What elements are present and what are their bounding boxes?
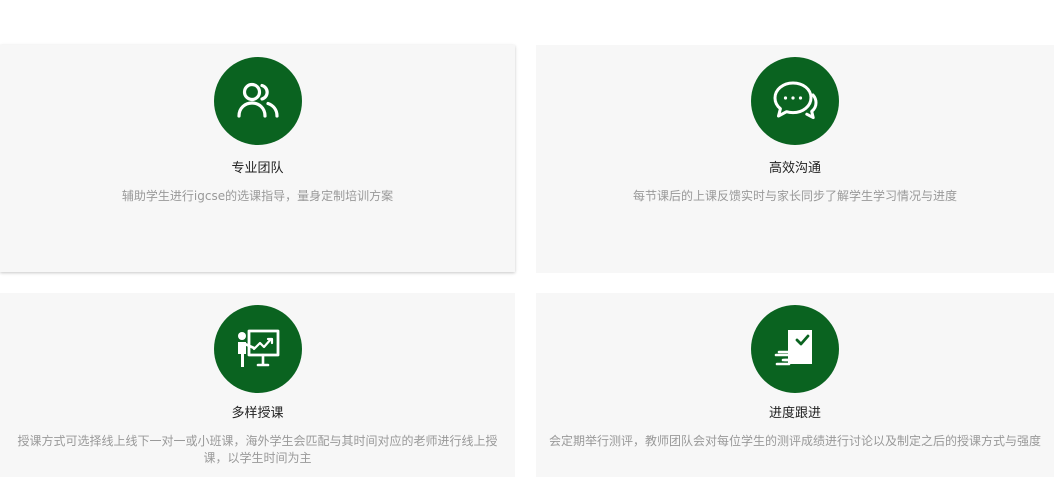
feature-description: 会定期举行测评，教师团队会对每位学生的测评成绩进行讨论以及制定之后的授课方式与强…: [548, 434, 1041, 448]
feature-icon-circle: [751, 57, 839, 145]
feature-icon-circle: [213, 57, 302, 145]
feature-card-communication[interactable]: 高效沟通 每节课后的上课反馈实时与家长同步了解学生学习情况与进度: [536, 45, 1054, 273]
feature-icon-circle: [751, 305, 839, 393]
progress-check-icon: [774, 330, 812, 366]
feature-card-team[interactable]: 专业团队 辅助学生进行igcse的选课指导，量身定制培训方案: [0, 45, 515, 272]
feature-description: 辅助学生进行igcse的选课指导，量身定制培训方案: [121, 189, 394, 203]
feature-card-progress[interactable]: 进度跟进 会定期举行测评，教师团队会对每位学生的测评成绩进行讨论以及制定之后的授…: [536, 293, 1054, 477]
feature-title: 专业团队: [231, 161, 284, 176]
feature-title: 多样授课: [231, 406, 284, 421]
feature-description: 每节课后的上课反馈实时与家长同步了解学生学习情况与进度: [632, 189, 957, 203]
features-section: 专业团队 辅助学生进行igcse的选课指导，量身定制培训方案 高效沟通 每节课后…: [0, 0, 1054, 477]
feature-card-teaching[interactable]: 多样授课 授课方式可选择线上线下一对一或小班课，海外学生会匹配与其时间对应的老师…: [0, 293, 515, 477]
feature-title: 高效沟通: [768, 161, 821, 176]
teacher-board-icon: [237, 329, 279, 367]
chat-icon: [773, 81, 818, 120]
feature-icon-circle: [213, 305, 302, 393]
feature-title: 进度跟进: [768, 406, 821, 421]
feature-description: 授课方式可选择线上线下一对一或小班课，海外学生会匹配与其时间对应的老师进行线上授…: [17, 434, 498, 465]
team-icon: [236, 82, 279, 118]
